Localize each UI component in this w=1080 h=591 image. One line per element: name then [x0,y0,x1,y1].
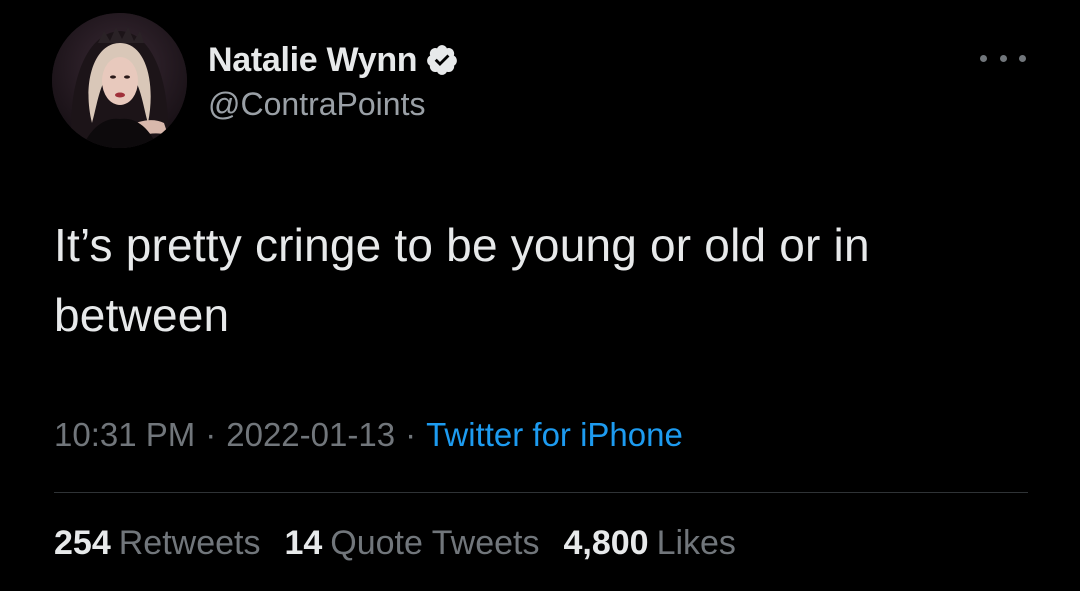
likes-count: 4,800 [563,524,649,562]
tweet-text: It’s pretty cringe to be young or old or… [54,219,870,341]
quote-tweets-label: Quote Tweets [330,524,540,562]
tweet-date[interactable]: 2022-01-13 [226,416,395,453]
meta-separator: · [205,416,217,453]
meta-separator: · [405,416,417,453]
display-name[interactable]: Natalie Wynn [208,41,418,80]
more-options-icon[interactable] [980,48,1026,68]
more-dot [999,54,1007,62]
tweet-metadata: 10:31 PM · 2022-01-13 · Twitter for iPhone [54,416,683,454]
handle[interactable]: @ContraPoints [208,86,459,123]
divider [54,492,1028,493]
retweets-stat[interactable]: 254 Retweets [54,524,260,563]
retweets-count: 254 [54,524,111,562]
author-info: Natalie Wynn @ContraPoints [208,38,459,123]
verified-badge-icon [425,43,459,77]
likes-label: Likes [656,524,736,562]
avatar[interactable] [52,13,187,148]
tweet-time[interactable]: 10:31 PM [54,416,195,453]
more-dot [1019,54,1026,62]
display-name-row: Natalie Wynn [208,38,459,82]
retweets-label: Retweets [118,524,261,562]
avatar-image [52,13,187,148]
tweet-source-link[interactable]: Twitter for iPhone [426,416,683,453]
likes-stat[interactable]: 4,800 Likes [563,524,735,563]
quote-tweets-count: 14 [284,524,323,562]
quote-tweets-stat[interactable]: 14 Quote Tweets [284,524,539,563]
more-dot [980,54,987,62]
tweet-card: Natalie Wynn @ContraPoints It’s pretty c… [0,0,1080,591]
engagement-stats: 254 Retweets 14 Quote Tweets 4,800 Likes [54,524,760,563]
